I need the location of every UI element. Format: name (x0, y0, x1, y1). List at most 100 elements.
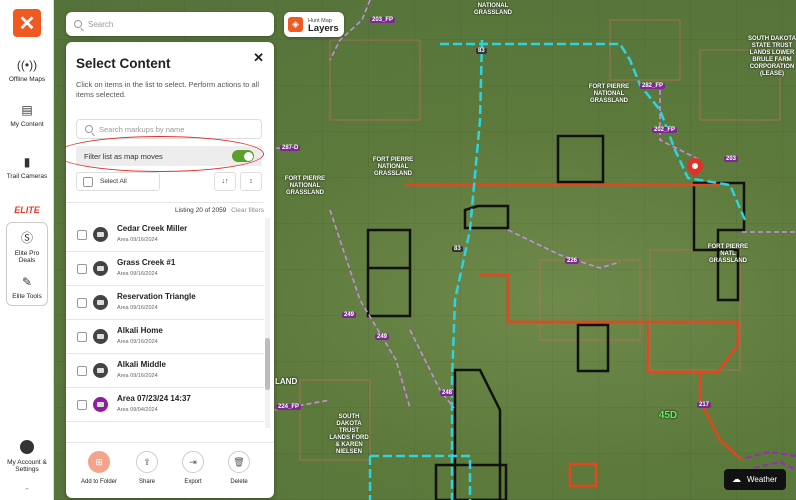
export-icon: ⇥ (182, 451, 204, 473)
map-label-sd-trust: SOUTH DAKOTA TRUST LANDS FORD & KAREN NI… (329, 414, 369, 455)
item-checkbox[interactable] (77, 230, 87, 240)
left-nav: ✕ ((•)) Offline Maps ▤ My Content ▮ Trai… (0, 0, 54, 500)
layers-title: Layers (308, 22, 339, 34)
area-icon (93, 227, 108, 242)
map-label-land: LAND (275, 377, 298, 386)
avatar (20, 440, 34, 454)
scrollbar-thumb[interactable] (265, 338, 270, 390)
map-label-fort-pierre: FORT PIERRE NATIONAL GRASSLAND (588, 84, 630, 104)
map-label-fort-pierre: FORT PIERRE NATIONAL GRASSLAND (372, 157, 414, 177)
panel-title: Select Content (76, 56, 171, 71)
weather-label: Weather (747, 475, 778, 484)
markup-search-input[interactable] (99, 124, 259, 134)
nav-elite-pro-deals[interactable]: Ⓢ Elite Pro Deals (7, 223, 47, 269)
road-shield: 287-D (280, 145, 301, 151)
add-to-folder-button[interactable]: ⊞ Add to Folder (78, 451, 120, 485)
search-icon (85, 125, 93, 133)
share-button[interactable]: ⇪ Share (127, 451, 167, 485)
item-name: Reservation Triangle (117, 292, 196, 301)
offline-signal-icon: ((•)) (16, 58, 38, 72)
layers-icon: ◈ (288, 17, 303, 32)
action-label: Share (138, 479, 155, 485)
sort-direction-icon[interactable]: ↕ (240, 172, 262, 191)
content-list: Cedar Creek Miller Area 09/16/2024 Grass… (66, 218, 264, 422)
road-shield: 217 (697, 402, 712, 408)
item-checkbox[interactable] (77, 298, 87, 308)
item-name: Area 07/23/24 14:37 (117, 394, 191, 403)
select-all-button[interactable]: Select All (76, 172, 160, 191)
list-item[interactable]: Reservation Triangle Area 09/16/2024 (66, 286, 264, 320)
list-item[interactable]: Grass Creek #1 Area 09/16/2024 (66, 252, 264, 286)
export-button[interactable]: ⇥ Export (173, 451, 213, 485)
item-detail: Area 09/16/2024 (117, 305, 158, 311)
elite-section: Ⓢ Elite Pro Deals ✎ Elite Tools (6, 222, 48, 306)
item-name: Grass Creek #1 (117, 258, 176, 267)
list-item[interactable]: Area 07/23/24 14:37 Area 09/04/2024 (66, 388, 264, 422)
road-shield: 224_FP (276, 404, 302, 410)
action-label: Export (184, 479, 202, 485)
nav-account[interactable]: My Account & Settings (0, 440, 54, 473)
clear-filters-link[interactable]: Clear filters (231, 207, 264, 214)
share-icon: ⇪ (136, 451, 158, 473)
item-checkbox[interactable] (77, 400, 87, 410)
nav-label: Offline Maps (8, 76, 46, 83)
panel-description: Click on items in the list to select. Pe… (76, 80, 259, 99)
item-checkbox[interactable] (77, 332, 87, 342)
road-shield: 248 (440, 390, 455, 396)
camera-icon: ▮ (23, 155, 31, 169)
layers-button[interactable]: ◈ Hunt Map Layers (284, 12, 344, 37)
road-shield: 249 (342, 312, 357, 318)
list-item[interactable]: Alkali Home Area 09/16/2024 (66, 320, 264, 354)
filter-toggle[interactable] (232, 150, 254, 162)
item-name: Cedar Creek Miller (117, 224, 188, 233)
map-search-bar (66, 12, 274, 36)
item-name: Alkali Middle (117, 360, 166, 369)
area-icon (93, 295, 108, 310)
select-all-label: Select All (100, 178, 127, 185)
map-label-fort-pierre: FORT PIERRE NATIONAL GRASSLAND (284, 176, 326, 196)
item-checkbox[interactable] (77, 264, 87, 274)
nav-offline-maps[interactable]: ((•)) Offline Maps (0, 58, 54, 83)
action-bar: ⊞ Add to Folder ⇪ Share ⇥ Export 🗑 Delet… (66, 442, 274, 498)
item-checkbox[interactable] (77, 366, 87, 376)
nav-label: My Content (10, 121, 44, 128)
list-item[interactable]: Cedar Creek Miller Area 09/16/2024 (66, 218, 264, 252)
nav-trail-cameras[interactable]: ▮ Trail Cameras (0, 155, 54, 180)
markup-search-box (76, 119, 262, 139)
item-detail: Area 09/04/2024 (117, 407, 158, 413)
close-icon[interactable]: ✕ (253, 50, 264, 66)
select-all-checkbox[interactable] (83, 176, 93, 187)
trash-icon: 🗑 (228, 451, 250, 473)
nav-label: My Account & Settings (7, 459, 47, 473)
listing-bar: Listing 20 of 2059 Clear filters (66, 202, 264, 214)
weather-button[interactable]: ☁ Weather (724, 469, 786, 490)
app-logo-icon[interactable]: ✕ (13, 9, 41, 37)
collapse-chevron-icon[interactable]: ⌃ (0, 487, 54, 495)
search-icon (74, 20, 82, 28)
filter-row: Filter list as map moves (76, 146, 262, 166)
road-shield: 203 (724, 156, 739, 162)
map-label-grassland: NATIONAL GRASSLAND (473, 3, 512, 16)
map-label-unit: 45D (658, 410, 678, 421)
list-item[interactable]: Alkali Middle Area 09/16/2024 (66, 354, 264, 388)
folder-icon: ▤ (21, 103, 33, 117)
road-shield: 226 (565, 258, 580, 264)
area-icon (93, 363, 108, 378)
area-icon (93, 397, 108, 412)
area-icon (93, 261, 108, 276)
item-detail: Area 09/16/2024 (117, 339, 158, 345)
nav-label: Elite Tools (12, 293, 42, 300)
nav-label: Trail Cameras (6, 173, 48, 180)
dollar-icon: Ⓢ (20, 231, 33, 245)
tools-icon: ✎ (21, 275, 33, 289)
nav-elite-tools[interactable]: ✎ Elite Tools (7, 269, 47, 305)
item-detail: Area 09/16/2024 (117, 237, 158, 243)
sort-order-icon[interactable]: ↓↑ (214, 172, 236, 191)
item-detail: Area 09/16/2024 (117, 271, 158, 277)
delete-button[interactable]: 🗑 Delete (219, 451, 259, 485)
action-label: Delete (230, 479, 248, 485)
list-scrollbar[interactable] (265, 218, 270, 428)
map-label-fort-pierre-natl: FORT PIERRE NATL GRASSLAND (707, 244, 749, 264)
nav-my-content[interactable]: ▤ My Content (0, 103, 54, 128)
search-input[interactable] (88, 19, 258, 29)
